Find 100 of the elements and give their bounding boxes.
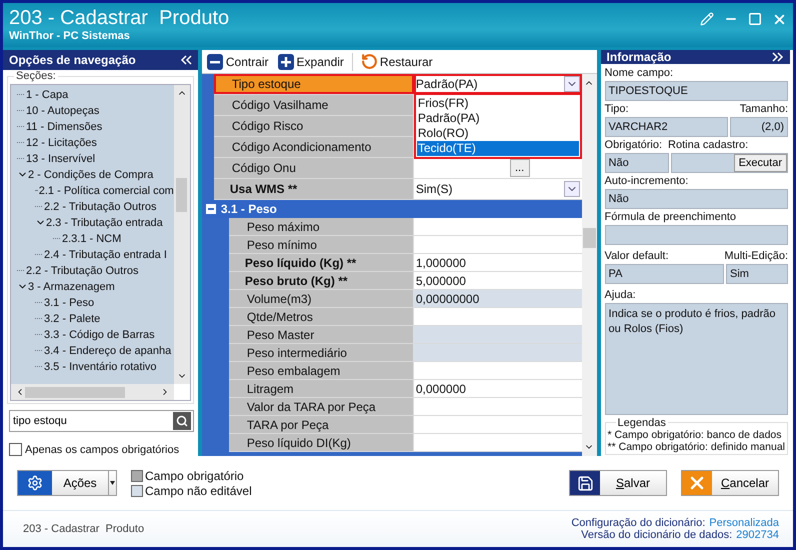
field-label: Valor da TARA por Peça	[228, 398, 414, 415]
legend-label: Campo não editável	[145, 484, 252, 498]
checkbox[interactable]	[9, 443, 22, 456]
legend-label: Campo obrigatório	[145, 468, 244, 482]
tree-item[interactable]: 3.1 - Peso	[44, 296, 94, 309]
status-label: Configuração do dicionário:	[571, 517, 706, 529]
readonly-field: Não	[604, 153, 669, 173]
field-label: Valor default:	[604, 249, 669, 263]
toolbar-button[interactable]: Restaurar	[360, 53, 433, 70]
close-icon[interactable]	[772, 12, 787, 27]
scrollbar[interactable]	[174, 84, 190, 384]
tree-item[interactable]: 2.4 - Tributação entrada I	[44, 248, 167, 261]
field-label: Fórmula de preenchimento	[604, 210, 738, 224]
scrollbar-thumb[interactable]	[582, 228, 596, 248]
field-label: Tipo:	[604, 102, 629, 116]
tree-item[interactable]: 2.3.1 - NCM	[62, 232, 122, 245]
input-field[interactable]: 0,000000	[414, 380, 582, 397]
field-label: Tipo estoque	[214, 74, 414, 94]
scrollbar-thumb[interactable]	[25, 386, 125, 398]
help-text: Indica se o produto é frios, padrão ou Rolos (Fios)	[604, 303, 788, 415]
close-icon	[682, 471, 712, 495]
field-label: Código Risco	[214, 116, 414, 136]
input-field[interactable]	[414, 434, 582, 451]
field-label: Peso máximo	[228, 218, 414, 235]
dropdown-option[interactable]: Tecido(TE)	[416, 141, 579, 156]
group-label: Seções:	[14, 70, 58, 82]
status-text: 203 - Cadastrar Produto	[23, 523, 144, 535]
search-button[interactable]	[172, 412, 191, 430]
tree-item[interactable]: 2 - Condições de Compra	[28, 168, 154, 181]
tree-item[interactable]: 1 - Capa	[26, 88, 68, 101]
app-subtitle: WinThor - PC Sistemas	[9, 30, 131, 42]
panel-title: Opções de navegação	[9, 52, 136, 67]
tree-item[interactable]: 2.2 - Tributação Outros	[44, 200, 156, 213]
execute-button[interactable]: Executar	[734, 154, 787, 172]
field-label: Código Acondicionamento	[214, 137, 414, 157]
input-field[interactable]	[414, 218, 582, 235]
status-link[interactable]: Personalizada	[709, 517, 779, 529]
field-label: Rotina cadastro:	[668, 138, 748, 152]
readonly-field: PA	[604, 264, 724, 284]
window-title: 203 - Cadastrar Produto	[9, 6, 230, 30]
edit-icon[interactable]	[700, 12, 714, 26]
tree-item[interactable]: 10 - Autopeças	[26, 104, 100, 117]
tree-item[interactable]: 12 - Licitações	[26, 136, 97, 149]
toolbar-button[interactable]: Contrair	[206, 52, 269, 70]
readonly-field: VARCHAR2	[604, 117, 728, 137]
input-field[interactable]	[414, 398, 582, 415]
input-field[interactable]: ...	[414, 158, 582, 178]
field-label: Multi-Edição:	[724, 249, 788, 263]
plus-icon	[276, 52, 295, 70]
input-field[interactable]	[414, 236, 582, 253]
collapse-icon[interactable]	[206, 204, 216, 214]
save-button[interactable]: Salvar	[569, 470, 667, 496]
field-label: Peso bruto (Kg) **	[228, 272, 414, 289]
legend-text: ** Campo obrigatório: definido manual	[608, 441, 785, 453]
tree-item[interactable]: 3.3 - Código de Barras	[44, 328, 155, 341]
maximize-icon[interactable]	[748, 12, 762, 26]
readonly-field: Não	[604, 189, 788, 209]
scrollbar[interactable]	[582, 74, 597, 456]
ellipsis-button[interactable]: ...	[510, 159, 530, 177]
field-label: Tamanho:	[740, 102, 788, 116]
dropdown-field[interactable]: Sim(S)	[414, 179, 582, 199]
field-label: Peso líquido (Kg) **	[228, 254, 414, 271]
actions-button[interactable]: Ações	[17, 470, 117, 496]
search-box[interactable]: tipo estoqu	[9, 410, 194, 432]
input-field[interactable]	[414, 326, 582, 343]
toolbar-button[interactable]: Expandir	[276, 52, 344, 70]
input-field[interactable]	[414, 344, 582, 361]
field-label: Nome campo:	[604, 66, 674, 80]
legend-title: Legendas	[616, 418, 668, 429]
scrollbar-thumb[interactable]	[176, 178, 188, 212]
status-link[interactable]: 2902734	[736, 529, 779, 541]
status-label: Versão do dicionário de dados:	[581, 529, 732, 541]
field-label: Código Onu	[214, 158, 414, 178]
input-field[interactable]	[414, 362, 582, 379]
double-chevron-left-icon[interactable]	[180, 54, 192, 65]
input-field[interactable]: 1,000000	[414, 254, 582, 271]
tree-item[interactable]: 2.3 - Tributação entrada	[46, 216, 163, 229]
tree-item[interactable]: 11 - Dimensões	[26, 120, 102, 133]
tree-item[interactable]: 3 - Armazenagem	[28, 280, 115, 293]
tree-item[interactable]: 3.4 - Endereço de apanha	[44, 344, 172, 357]
caret-icon	[108, 471, 116, 495]
tree-item[interactable]: 3.5 - Inventário rotativo	[44, 360, 157, 373]
tree-item[interactable]: 13 - Inservível	[26, 152, 96, 165]
field-label: Obrigatório:	[604, 138, 662, 152]
tree-item[interactable]: 2.2 - Tributação Outros	[26, 264, 138, 277]
readonly-field: TIPOESTOQUE	[604, 81, 788, 101]
input-field[interactable]	[414, 308, 582, 325]
tree-item[interactable]: 2.1 - Política comercial com	[38, 184, 174, 197]
field-label: Ajuda:	[604, 288, 637, 302]
field-label: TARA por Peça	[228, 416, 414, 433]
field-label: Peso líquido DI(Kg)	[228, 434, 414, 451]
dropdown-field[interactable]: Padrão(PA)	[414, 74, 582, 94]
settings-icon	[18, 471, 52, 495]
cancel-button[interactable]: Cancelar	[681, 470, 779, 496]
input-field[interactable]: 0,00000000	[414, 290, 582, 307]
tree-item[interactable]: 3.2 - Palete	[44, 312, 100, 325]
input-field[interactable]: 5,000000	[414, 272, 582, 289]
input-field[interactable]	[414, 416, 582, 433]
scrollbar[interactable]	[11, 384, 174, 400]
double-chevron-right-icon[interactable]	[772, 52, 784, 62]
